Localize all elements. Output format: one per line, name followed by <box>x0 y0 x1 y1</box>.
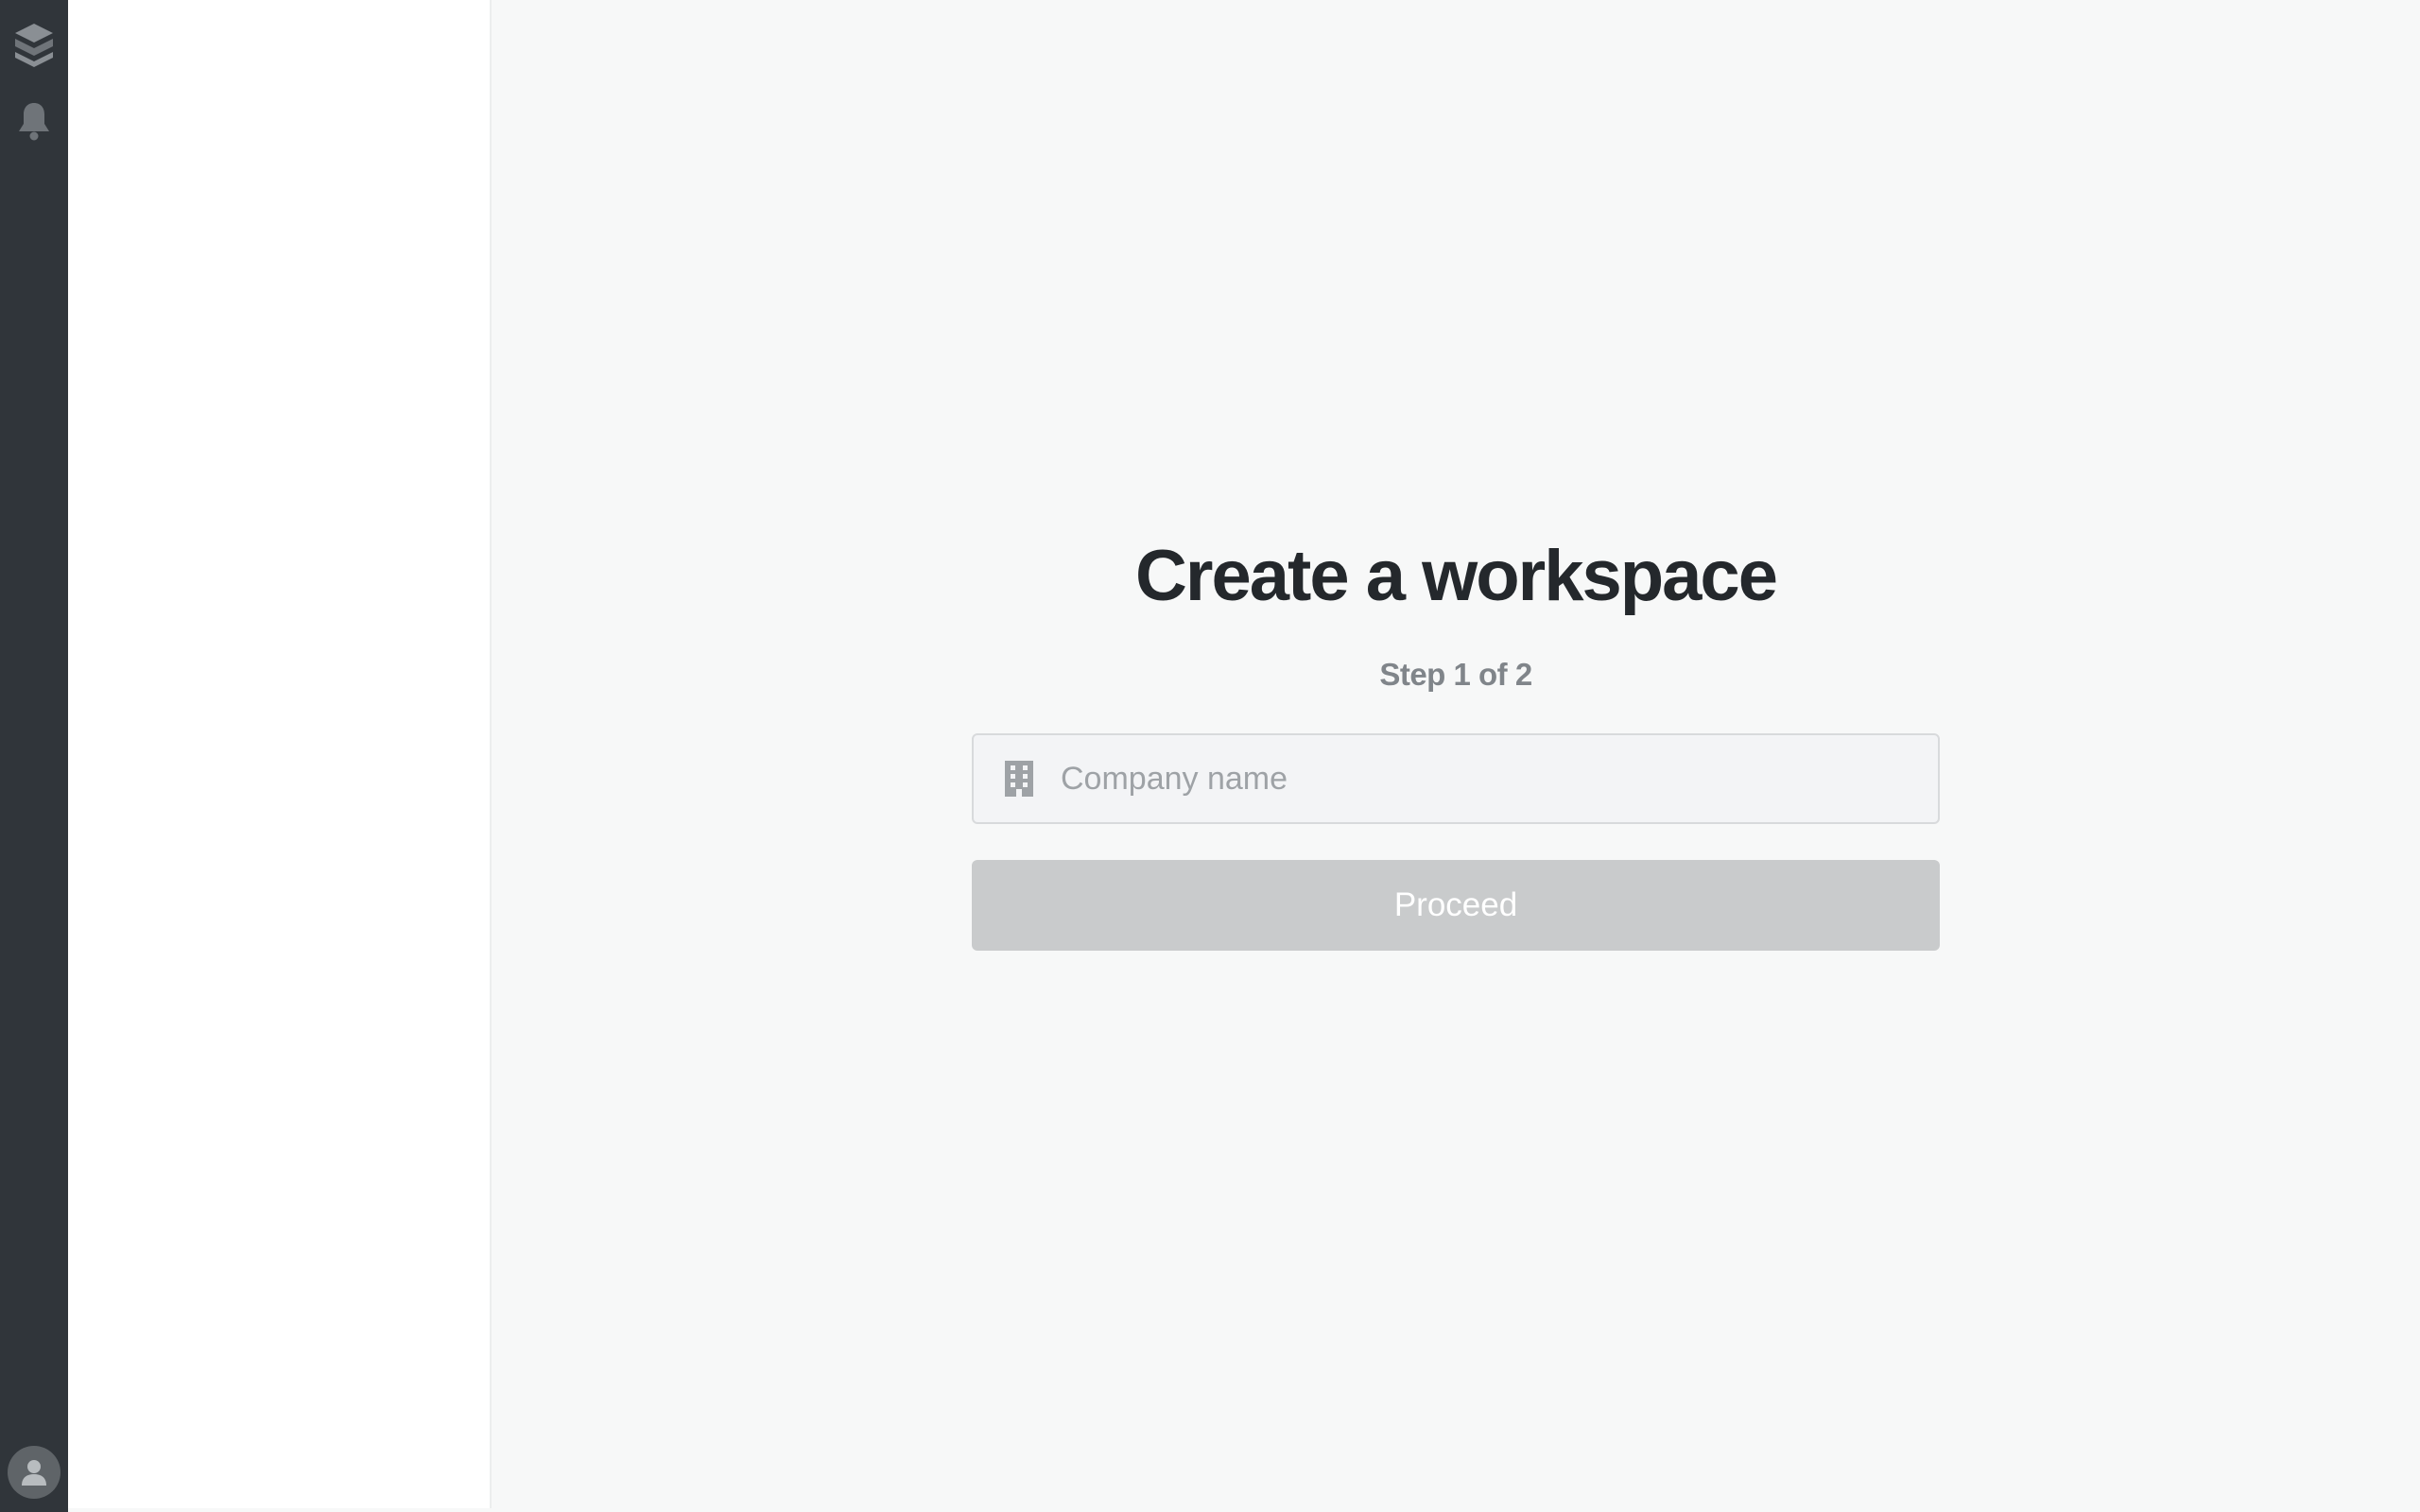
company-name-input[interactable] <box>1061 736 1938 821</box>
side-panel <box>68 0 492 1508</box>
bell-icon <box>19 103 49 141</box>
notifications-button[interactable] <box>0 87 68 155</box>
main-content: Create a workspace Step 1 of 2 Company n… <box>492 0 2420 1512</box>
home-logo-button[interactable] <box>0 11 68 79</box>
app-root: Create a workspace Step 1 of 2 Company n… <box>0 0 2420 1512</box>
company-name-field[interactable] <box>972 733 1940 824</box>
page-title: Create a workspace <box>1135 536 1778 616</box>
step-indicator: Step 1 of 2 <box>1379 657 1532 692</box>
avatar <box>8 1446 60 1499</box>
building-icon <box>1002 758 1036 799</box>
layers-logo-icon <box>15 24 53 67</box>
left-rail <box>0 0 68 1512</box>
create-workspace-form: Create a workspace Step 1 of 2 Company n… <box>972 529 1940 951</box>
user-avatar-button[interactable] <box>0 1438 68 1506</box>
user-avatar-icon <box>22 1460 46 1486</box>
proceed-button[interactable]: Proceed <box>972 860 1940 951</box>
